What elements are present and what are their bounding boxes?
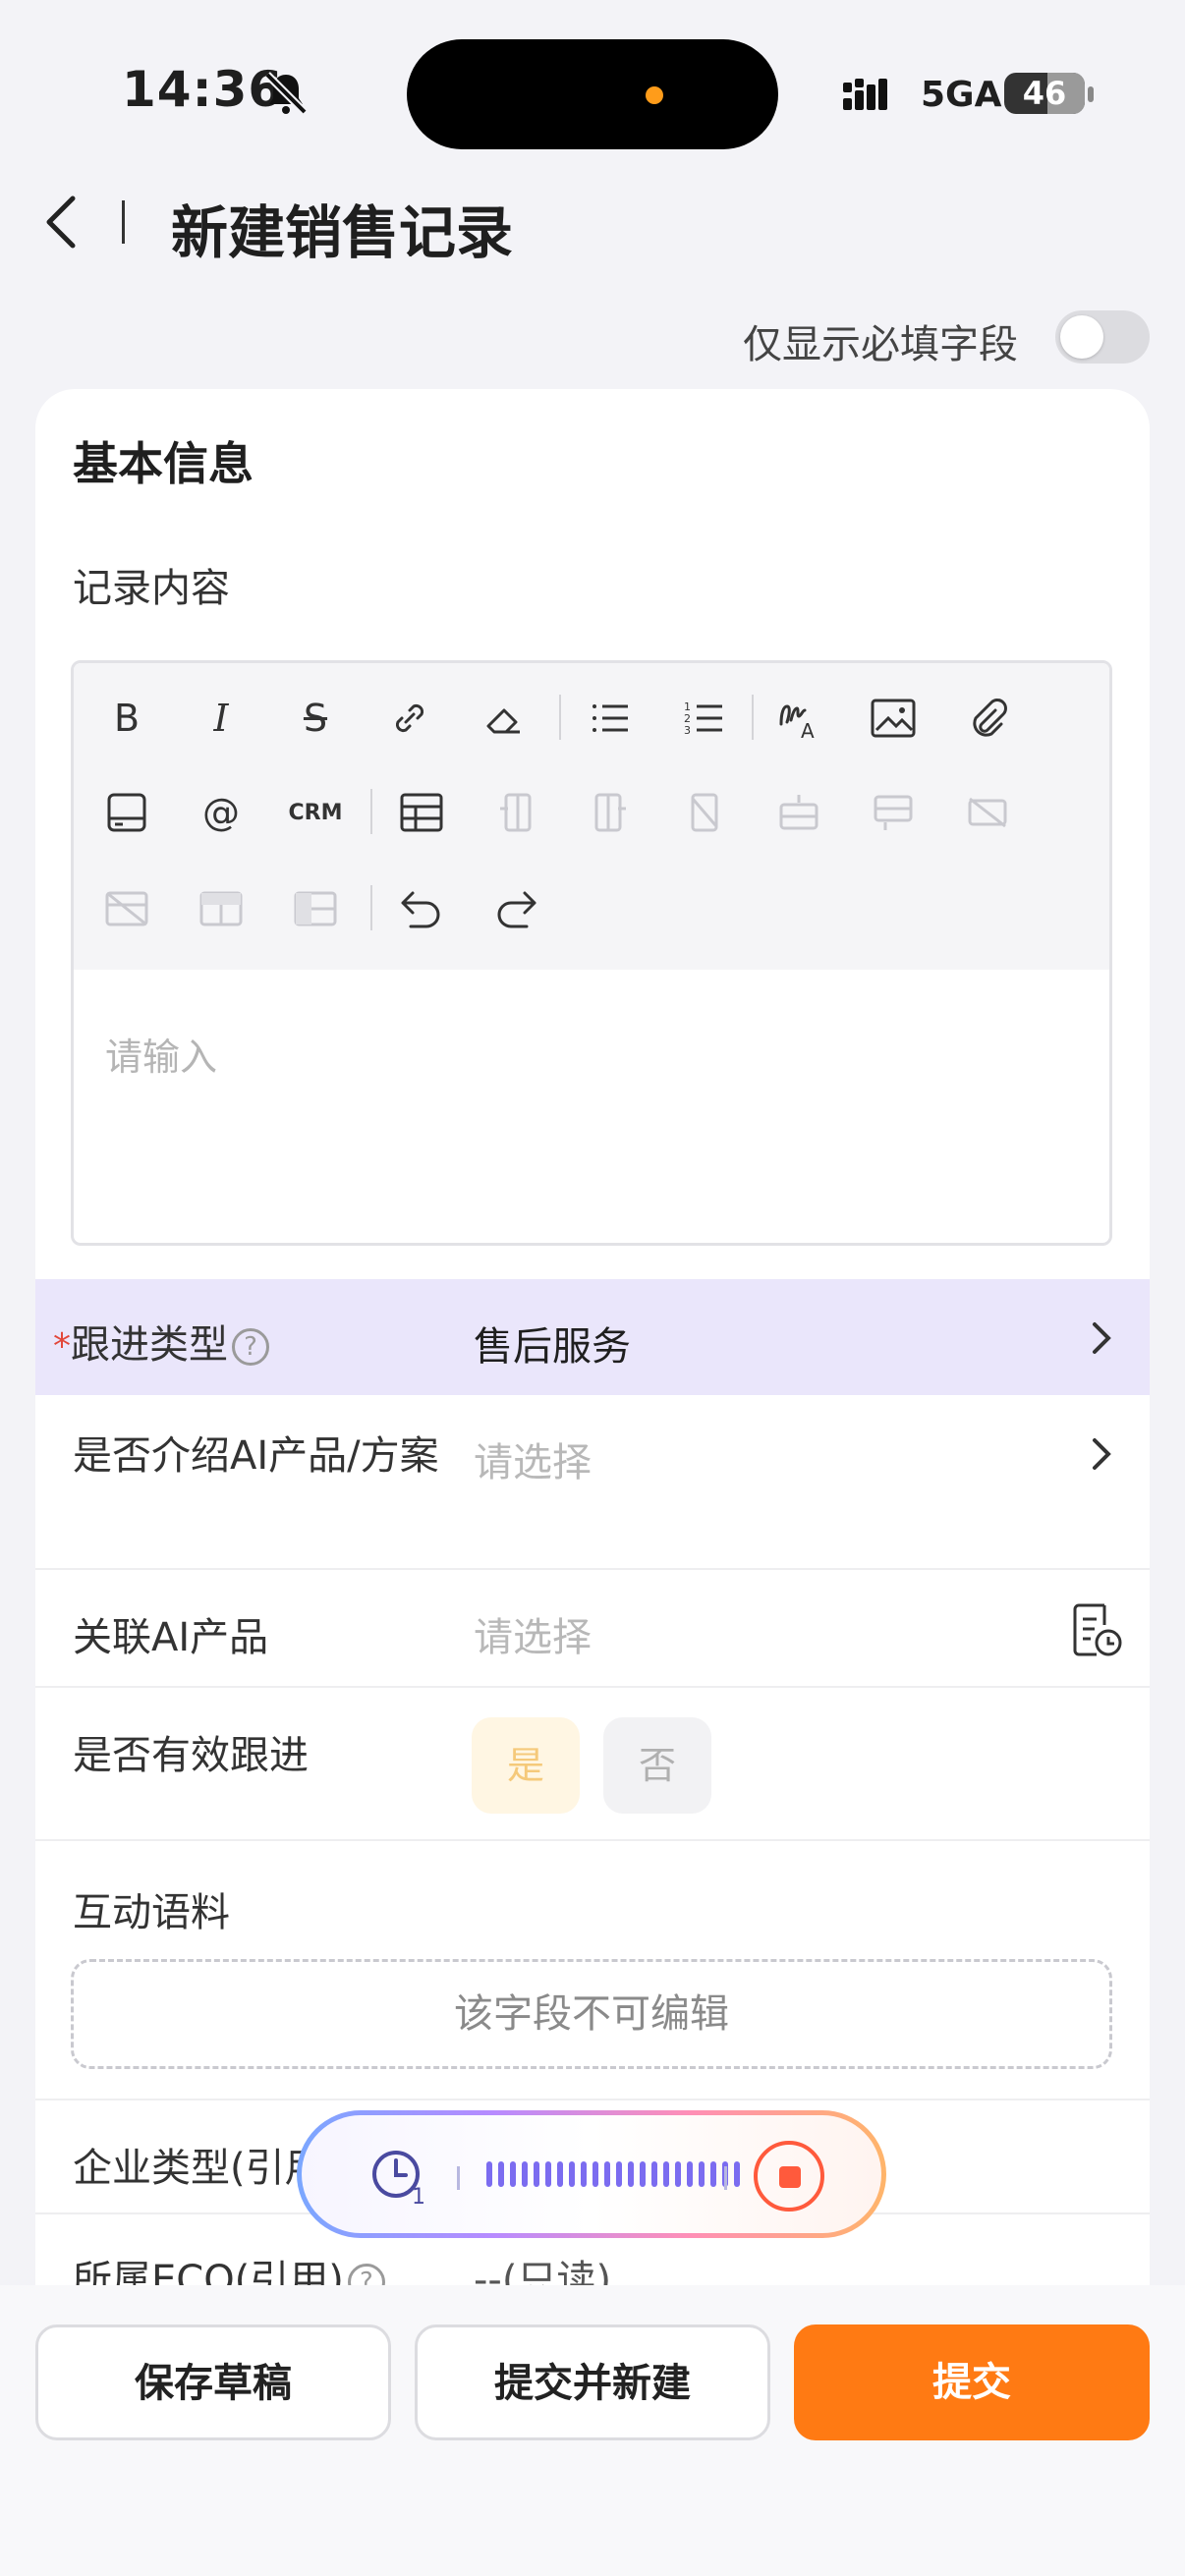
- help-icon[interactable]: ?: [232, 1328, 269, 1366]
- eraser-icon[interactable]: [473, 687, 536, 750]
- voice-recorder-pill: 1: [297, 2110, 886, 2238]
- battery-nub: [1088, 86, 1094, 102]
- svg-text:1: 1: [412, 2185, 425, 2208]
- related-ai-placeholder: 请选择: [474, 1615, 592, 1660]
- signal-icon: [843, 79, 887, 110]
- insert-column-left-icon[interactable]: [484, 781, 547, 844]
- mention-icon[interactable]: @: [190, 781, 253, 844]
- required-mark: *: [53, 1326, 71, 1367]
- history-clock-icon[interactable]: 1: [368, 2145, 431, 2208]
- related-ai-row[interactable]: 关联AI产品 请选择: [35, 1570, 1150, 1688]
- editor-toolbar: B I S 123 A @ CRM: [74, 663, 1109, 970]
- delete-column-icon[interactable]: [673, 781, 736, 844]
- non-editable-box: 该字段不可编辑: [71, 1959, 1112, 2069]
- mute-bell-icon: [264, 72, 308, 115]
- bottom-action-bar: 保存草稿 提交并新建 提交: [0, 2285, 1185, 2576]
- back-arrow-icon[interactable]: [39, 193, 83, 252]
- interaction-corpus-row: 互动语料 该字段不可编辑: [35, 1841, 1150, 2100]
- crm-icon[interactable]: CRM: [284, 781, 347, 844]
- intro-ai-row[interactable]: 是否介绍AI产品/方案 请选择: [35, 1395, 1150, 1570]
- wave-left-marker: [457, 2166, 460, 2190]
- status-time: 14:36: [122, 61, 284, 118]
- insert-column-right-icon[interactable]: [579, 781, 642, 844]
- related-ai-label: 关联AI产品: [73, 1615, 269, 1660]
- dynamic-island: [407, 39, 778, 149]
- numbered-list-icon[interactable]: 123: [673, 687, 736, 750]
- delete-table-icon[interactable]: [95, 877, 158, 940]
- wave-right-marker: [724, 2166, 727, 2190]
- undo-icon[interactable]: [390, 877, 453, 940]
- record-content-label: 记录内容: [73, 566, 230, 611]
- no-option[interactable]: 否: [603, 1717, 711, 1814]
- submit-and-new-button[interactable]: 提交并新建: [415, 2324, 770, 2440]
- toggle-knob: [1060, 315, 1103, 359]
- insert-row-below-icon[interactable]: [862, 781, 925, 844]
- header-divider: [122, 200, 125, 244]
- handwriting-recognition-icon[interactable]: A: [767, 687, 830, 750]
- intro-ai-placeholder: 请选择: [474, 1440, 592, 1485]
- bold-icon[interactable]: B: [95, 687, 158, 750]
- image-icon[interactable]: [862, 687, 925, 750]
- form-card: 基本信息 记录内容 B I S 123 A @ CRM 请输入 *跟进类型 ? …: [35, 389, 1150, 2354]
- audio-waveform: [486, 2151, 740, 2198]
- battery-level: 46: [1022, 75, 1067, 112]
- submit-button[interactable]: 提交: [794, 2324, 1150, 2440]
- effective-followup-row: 是否有效跟进 是 否: [35, 1688, 1150, 1841]
- followup-type-label-group: *跟进类型?: [53, 1313, 269, 1370]
- attachment-icon[interactable]: [956, 687, 1019, 750]
- editor-input[interactable]: 请输入: [105, 1027, 217, 1081]
- svg-text:A: A: [801, 719, 815, 742]
- page-title: 新建销售记录: [171, 199, 514, 266]
- table-header-row-icon[interactable]: [190, 877, 253, 940]
- stop-recording-button[interactable]: [754, 2141, 824, 2212]
- battery-indicator: 46: [1004, 73, 1085, 114]
- required-only-label: 仅显示必填字段: [743, 322, 1018, 367]
- delete-row-icon[interactable]: [956, 781, 1019, 844]
- italic-icon[interactable]: I: [190, 687, 253, 750]
- interaction-corpus-label: 互动语料: [73, 1890, 230, 1935]
- link-icon[interactable]: [378, 687, 441, 750]
- intro-ai-label: 是否介绍AI产品/方案: [73, 1433, 439, 1479]
- followup-type-label: 跟进类型: [71, 1322, 228, 1368]
- insert-row-above-icon[interactable]: [767, 781, 830, 844]
- strikethrough-icon[interactable]: S: [284, 687, 347, 750]
- yes-option[interactable]: 是: [472, 1717, 580, 1814]
- bullet-list-icon[interactable]: [579, 687, 642, 750]
- redo-icon[interactable]: [484, 877, 547, 940]
- document-history-icon[interactable]: [1071, 1601, 1124, 1658]
- effective-followup-label: 是否有效跟进: [73, 1733, 309, 1778]
- table-header-column-icon[interactable]: [284, 877, 347, 940]
- followup-type-value: 售后服务: [474, 1324, 631, 1370]
- table-icon[interactable]: [390, 781, 453, 844]
- recording-indicator-dot: [646, 86, 663, 104]
- network-type: 5GA: [921, 75, 1002, 115]
- card-embed-icon[interactable]: [95, 781, 158, 844]
- section-title: 基本信息: [73, 437, 254, 490]
- save-draft-button[interactable]: 保存草稿: [35, 2324, 391, 2440]
- rich-text-editor: B I S 123 A @ CRM 请输入: [71, 660, 1112, 1246]
- required-only-toggle[interactable]: [1055, 310, 1150, 364]
- followup-type-row[interactable]: *跟进类型? 售后服务: [35, 1279, 1150, 1395]
- svg-text:3: 3: [684, 724, 691, 737]
- chevron-right-icon: [1093, 1322, 1111, 1354]
- chevron-right-icon: [1093, 1438, 1111, 1470]
